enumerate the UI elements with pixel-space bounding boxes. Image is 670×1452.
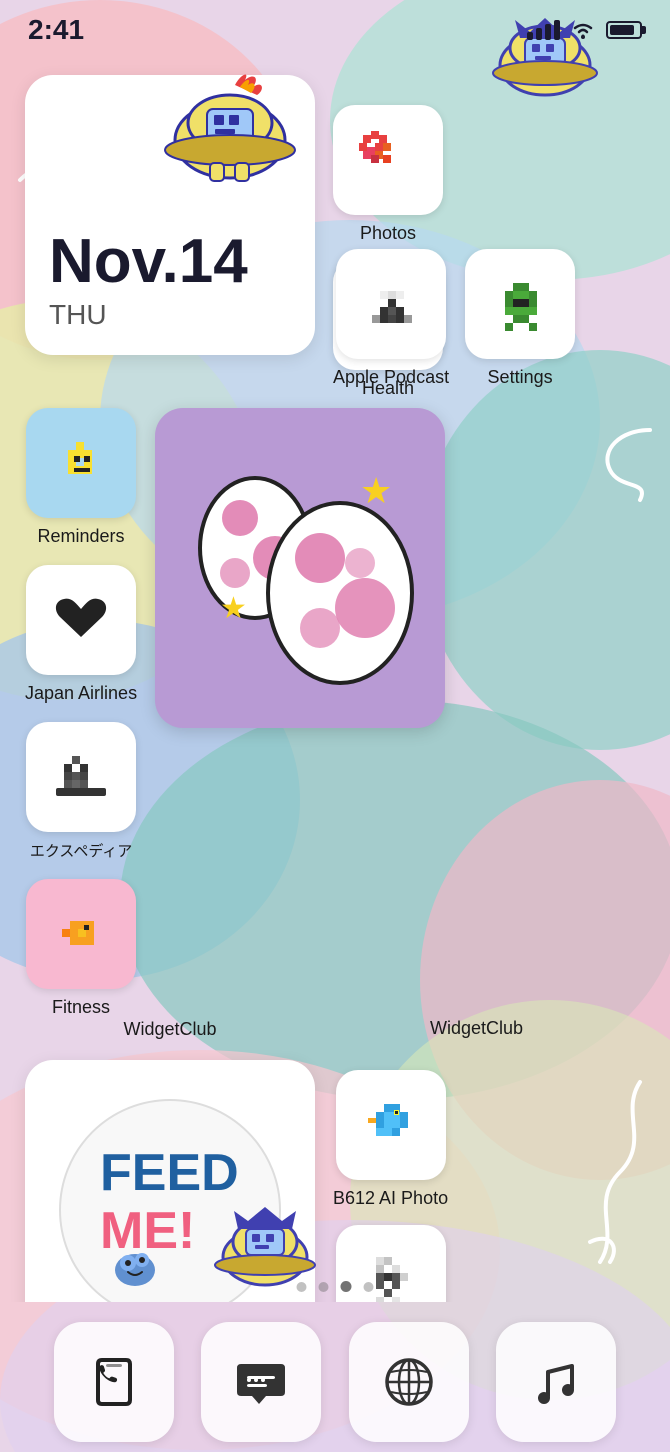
eggs-illustration: ★ ★: [165, 418, 435, 718]
svg-text:★: ★: [220, 592, 247, 625]
app-settings-label: Settings: [488, 367, 553, 388]
widget-eggs[interactable]: ★ ★: [155, 408, 445, 728]
widget-date-label: WidgetClub: [25, 1019, 315, 1040]
signal-icon: [527, 20, 560, 40]
widget-eggs-label: WidgetClub: [430, 1018, 523, 1038]
dock-safari[interactable]: [349, 1322, 469, 1442]
battery-icon: [606, 21, 642, 39]
app-expedia-label: エクスペディア: [30, 840, 132, 861]
dock: [0, 1312, 670, 1452]
svg-text:FEED: FEED: [100, 1144, 239, 1202]
app-photos-label: Photos: [360, 223, 416, 244]
svg-text:ME!: ME!: [100, 1202, 195, 1260]
page-dot-4: [364, 1282, 374, 1292]
widget-day-text: THU: [49, 299, 291, 331]
app-podcast[interactable]: Apple Podcast: [333, 249, 449, 388]
music-icon: [526, 1352, 586, 1412]
status-icons: [527, 20, 642, 40]
app-photos[interactable]: Photos: [333, 105, 443, 244]
wifi-icon: [570, 20, 596, 40]
safari-icon: [379, 1352, 439, 1412]
status-bar: 2:41: [0, 0, 670, 60]
status-time: 2:41: [28, 14, 84, 46]
dock-phone[interactable]: [54, 1322, 174, 1442]
app-settings[interactable]: Settings: [465, 249, 575, 388]
messages-icon: [231, 1352, 291, 1412]
app-expedia[interactable]: エクスペディア: [25, 722, 137, 861]
svg-text:★: ★: [360, 470, 392, 511]
app-b612-label: B612 AI Photo: [333, 1188, 448, 1209]
app-fitness-label: Fitness: [52, 997, 110, 1018]
app-podcast-label: Apple Podcast: [333, 367, 449, 388]
app-jal[interactable]: Japan Airlines: [25, 565, 137, 704]
widget-mascot: [145, 65, 305, 185]
app-reminders[interactable]: Reminders: [25, 408, 137, 547]
widget-date[interactable]: Nov.14 THU: [25, 75, 315, 355]
phone-icon: [84, 1352, 144, 1412]
app-fitness[interactable]: Fitness: [25, 879, 137, 1018]
app-b612[interactable]: B612 AI Photo: [333, 1070, 448, 1209]
dock-messages[interactable]: [201, 1322, 321, 1442]
dock-music[interactable]: [496, 1322, 616, 1442]
page-dot-3: [341, 1281, 352, 1292]
widget-date-text: Nov.14: [49, 231, 291, 293]
app-jal-label: Japan Airlines: [25, 683, 137, 704]
app-reminders-label: Reminders: [38, 526, 125, 547]
mascot-bottom-decoration: [200, 1197, 330, 1297]
